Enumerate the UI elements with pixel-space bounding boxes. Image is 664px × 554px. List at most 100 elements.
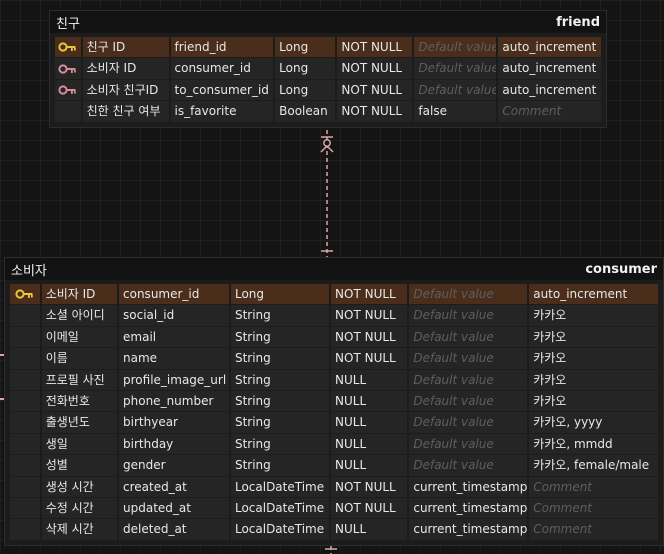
column-nullable[interactable]: NULL [331, 369, 408, 390]
column-physical-name[interactable]: birthday [119, 433, 229, 455]
column-physical-name[interactable]: email [119, 326, 229, 348]
column-nullable[interactable]: NOT NULL [331, 326, 408, 348]
column-logical-name[interactable]: 이름 [41, 348, 118, 369]
column-type[interactable]: Boolean [275, 101, 336, 122]
column-nullable[interactable]: NOT NULL [331, 497, 408, 519]
column-comment[interactable]: 카카오, mmdd [529, 433, 658, 455]
column-row[interactable]: 전화번호 phone_number String NULL Default value 카… [10, 390, 658, 412]
column-default[interactable]: Default value [414, 58, 497, 79]
entity-header[interactable]: 소비자 consumer [5, 258, 663, 280]
column-type[interactable]: String [230, 326, 330, 348]
column-nullable[interactable]: NOT NULL [337, 37, 413, 58]
column-logical-name[interactable]: 친한 친구 여부 [82, 101, 169, 122]
column-type[interactable]: LocalDateTime [230, 497, 330, 519]
column-logical-name[interactable]: 삭제 시간 [41, 519, 118, 540]
column-nullable[interactable]: NULL [331, 519, 408, 540]
column-comment[interactable]: 카카오, female/male [529, 455, 658, 476]
column-comment[interactable]: auto_increment [498, 37, 601, 58]
column-comment[interactable]: auto_increment [529, 284, 658, 305]
column-row[interactable]: 출생년도 birthyear String NULL Default value 카카오,… [10, 412, 658, 433]
column-comment[interactable]: 카카오 [529, 390, 658, 412]
column-row[interactable]: 친한 친구 여부 is_favorite Boolean NOT NULL false C… [55, 101, 601, 122]
column-logical-name[interactable]: 생일 [41, 433, 118, 455]
column-nullable[interactable]: NOT NULL [331, 305, 408, 326]
column-default[interactable]: current_timestamp [409, 476, 528, 497]
column-comment[interactable]: Comment [529, 519, 658, 540]
entity-header[interactable]: 친구 friend [50, 11, 606, 33]
column-physical-name[interactable]: consumer_id [119, 284, 229, 305]
relationship-consumer-offscreen[interactable] [325, 546, 337, 554]
column-physical-name[interactable]: to_consumer_id [170, 79, 274, 101]
column-row[interactable]: 소비자 친구ID to_consumer_id Long NOT NULL Defaul… [55, 79, 601, 101]
column-default[interactable]: false [414, 101, 497, 122]
column-physical-name[interactable]: gender [119, 455, 229, 476]
column-physical-name[interactable]: consumer_id [170, 58, 274, 79]
column-logical-name[interactable]: 소셜 아이디 [41, 305, 118, 326]
column-type[interactable]: Long [275, 37, 336, 58]
column-logical-name[interactable]: 프로필 사진 [41, 369, 118, 390]
column-comment[interactable]: 카카오 [529, 369, 658, 390]
column-physical-name[interactable]: is_favorite [170, 101, 274, 122]
column-comment[interactable]: Comment [529, 497, 658, 519]
column-row[interactable]: 프로필 사진 profile_image_url String NULL Default… [10, 369, 658, 390]
column-logical-name[interactable]: 출생년도 [41, 412, 118, 433]
column-row[interactable]: 소비자 ID consumer_id Long NOT NULL Default val… [10, 284, 658, 305]
column-default[interactable]: Default value [409, 412, 528, 433]
column-physical-name[interactable]: deleted_at [119, 519, 229, 540]
column-type[interactable]: LocalDateTime [230, 519, 330, 540]
column-default[interactable]: Default value [409, 369, 528, 390]
column-type[interactable]: String [230, 390, 330, 412]
column-nullable[interactable]: NULL [331, 433, 408, 455]
column-nullable[interactable]: NOT NULL [331, 348, 408, 369]
column-default[interactable]: current_timestamp [409, 497, 528, 519]
column-row[interactable]: 생일 birthday String NULL Default value 카카오, mm… [10, 433, 658, 455]
column-physical-name[interactable]: created_at [119, 476, 229, 497]
column-nullable[interactable]: NOT NULL [331, 284, 408, 305]
column-row[interactable]: 수정 시간 updated_at LocalDateTime NOT NULL curr… [10, 497, 658, 519]
column-row[interactable]: 소비자 ID consumer_id Long NOT NULL Default val… [55, 58, 601, 79]
column-comment[interactable]: Comment [498, 101, 601, 122]
column-row[interactable]: 소셜 아이디 social_id String NOT NULL Default val… [10, 305, 658, 326]
column-default[interactable]: Default value [409, 284, 528, 305]
column-type[interactable]: String [230, 348, 330, 369]
column-type[interactable]: String [230, 305, 330, 326]
column-physical-name[interactable]: social_id [119, 305, 229, 326]
column-nullable[interactable]: NOT NULL [337, 58, 413, 79]
column-logical-name[interactable]: 생성 시간 [41, 476, 118, 497]
column-logical-name[interactable]: 소비자 친구ID [82, 79, 169, 101]
column-default[interactable]: Default value [409, 433, 528, 455]
entity-friend[interactable]: 친구 friend 친구 ID friend_id Long NOT NULL Defa… [49, 10, 607, 128]
column-type[interactable]: String [230, 369, 330, 390]
column-nullable[interactable]: NULL [331, 455, 408, 476]
column-default[interactable]: Default value [409, 390, 528, 412]
column-logical-name[interactable]: 친구 ID [82, 37, 169, 58]
column-row[interactable]: 이메일 email String NOT NULL Default value 카카오 [10, 326, 658, 348]
column-row[interactable]: 삭제 시간 deleted_at LocalDateTime NULL current_… [10, 519, 658, 540]
column-comment[interactable]: 카카오 [529, 305, 658, 326]
column-nullable[interactable]: NULL [331, 390, 408, 412]
column-type[interactable]: LocalDateTime [230, 476, 330, 497]
column-logical-name[interactable]: 성별 [41, 455, 118, 476]
column-type[interactable]: String [230, 433, 330, 455]
column-logical-name[interactable]: 소비자 ID [82, 58, 169, 79]
column-physical-name[interactable]: birthyear [119, 412, 229, 433]
column-logical-name[interactable]: 전화번호 [41, 390, 118, 412]
column-nullable[interactable]: NOT NULL [337, 79, 413, 101]
column-comment[interactable]: auto_increment [498, 79, 601, 101]
column-comment[interactable]: auto_increment [498, 58, 601, 79]
column-nullable[interactable]: NOT NULL [337, 101, 413, 122]
column-nullable[interactable]: NOT NULL [331, 476, 408, 497]
column-default[interactable]: Default value [409, 326, 528, 348]
column-default[interactable]: Default value [409, 305, 528, 326]
column-comment[interactable]: 카카오 [529, 326, 658, 348]
column-type[interactable]: Long [275, 58, 336, 79]
column-comment[interactable]: Comment [529, 476, 658, 497]
column-logical-name[interactable]: 수정 시간 [41, 497, 118, 519]
column-type[interactable]: String [230, 412, 330, 433]
column-row[interactable]: 친구 ID friend_id Long NOT NULL Default value a… [55, 37, 601, 58]
column-default[interactable]: current_timestamp [409, 519, 528, 540]
column-default[interactable]: Default value [409, 455, 528, 476]
column-physical-name[interactable]: phone_number [119, 390, 229, 412]
column-logical-name[interactable]: 이메일 [41, 326, 118, 348]
column-row[interactable]: 이름 name String NOT NULL Default value 카카오 [10, 348, 658, 369]
